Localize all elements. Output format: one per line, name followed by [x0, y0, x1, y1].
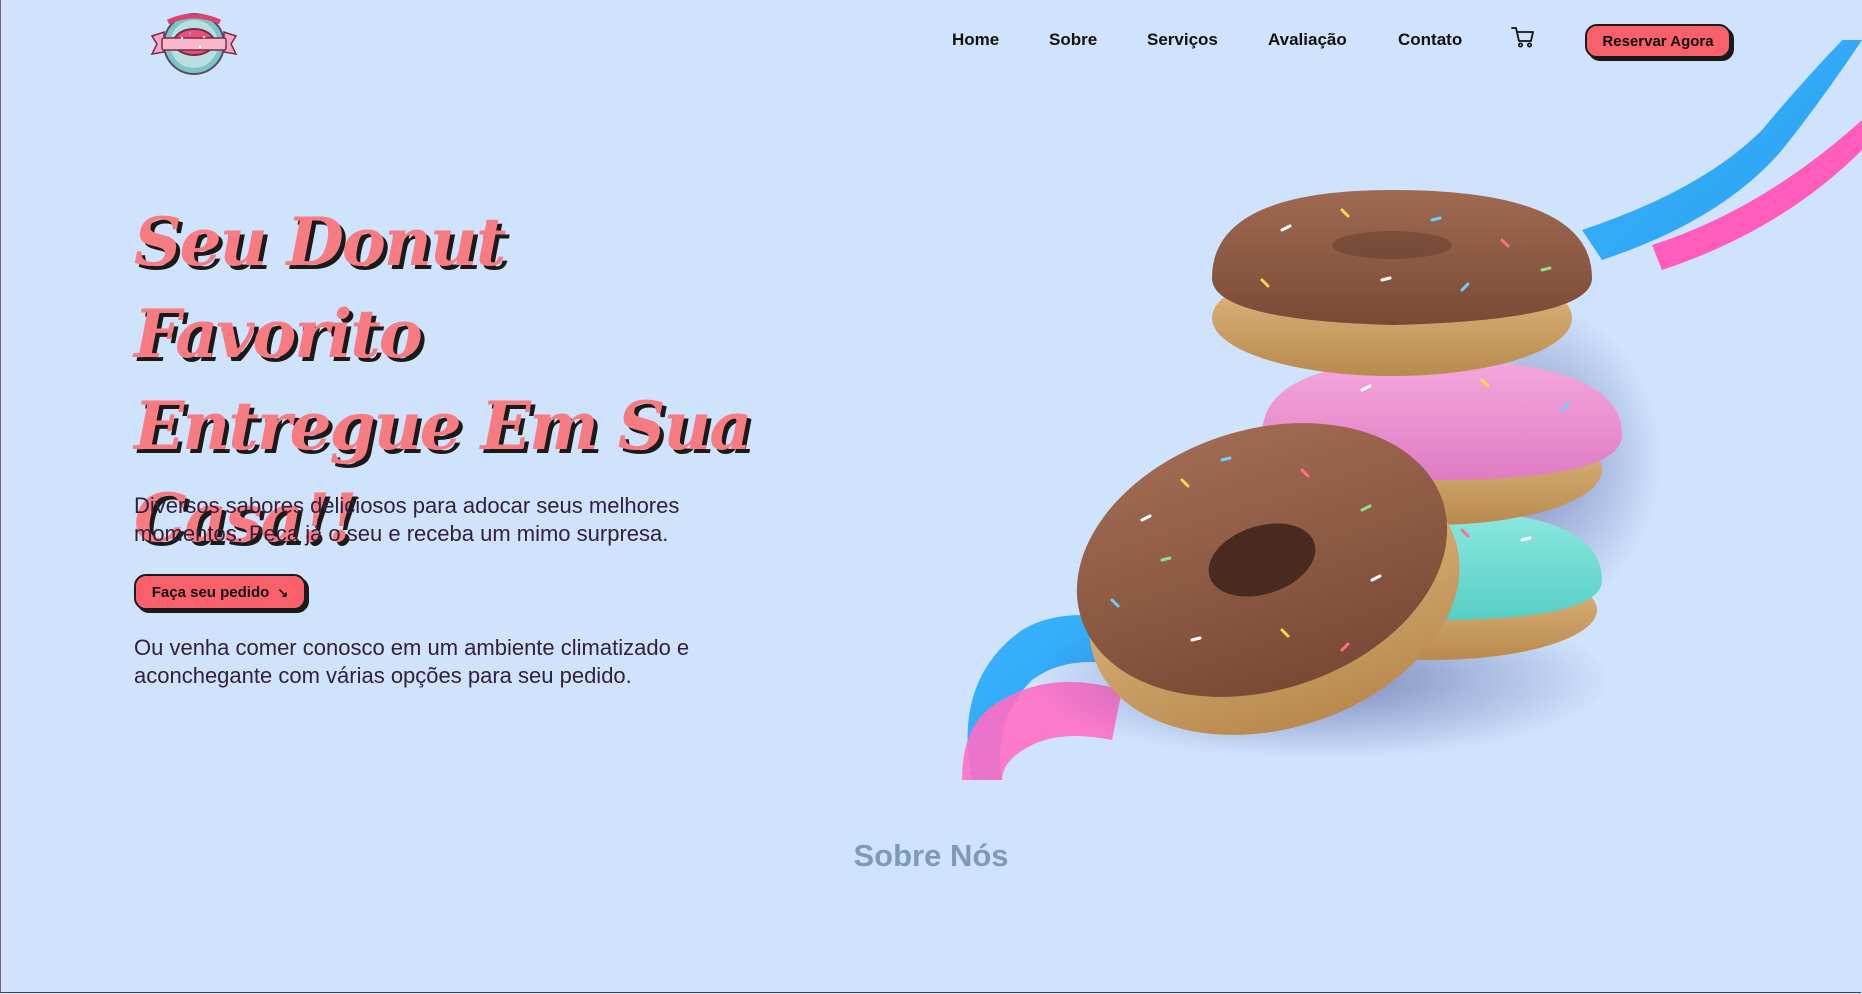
about-section-title: Sobre Nós	[853, 838, 1009, 873]
page: Home Sobre Serviços Avaliação Contato Re…	[0, 0, 1862, 994]
hero-title-line-2: Entregue Em Sua	[134, 387, 752, 465]
hero-secondary-description: Ou venha comer conosco em um ambiente cl…	[134, 635, 690, 688]
hero-description: Diversos sabores deliciosos para adocar …	[134, 493, 680, 546]
arrow-down-right-icon: ↘	[277, 584, 289, 600]
hero-title-line-1: Seu Donut Favorito	[134, 203, 506, 373]
order-button-label: Faça seu pedido	[151, 583, 270, 601]
order-button[interactable]: Faça seu pedido ↘	[134, 574, 306, 610]
donuts-hero-image	[962, 40, 1862, 780]
